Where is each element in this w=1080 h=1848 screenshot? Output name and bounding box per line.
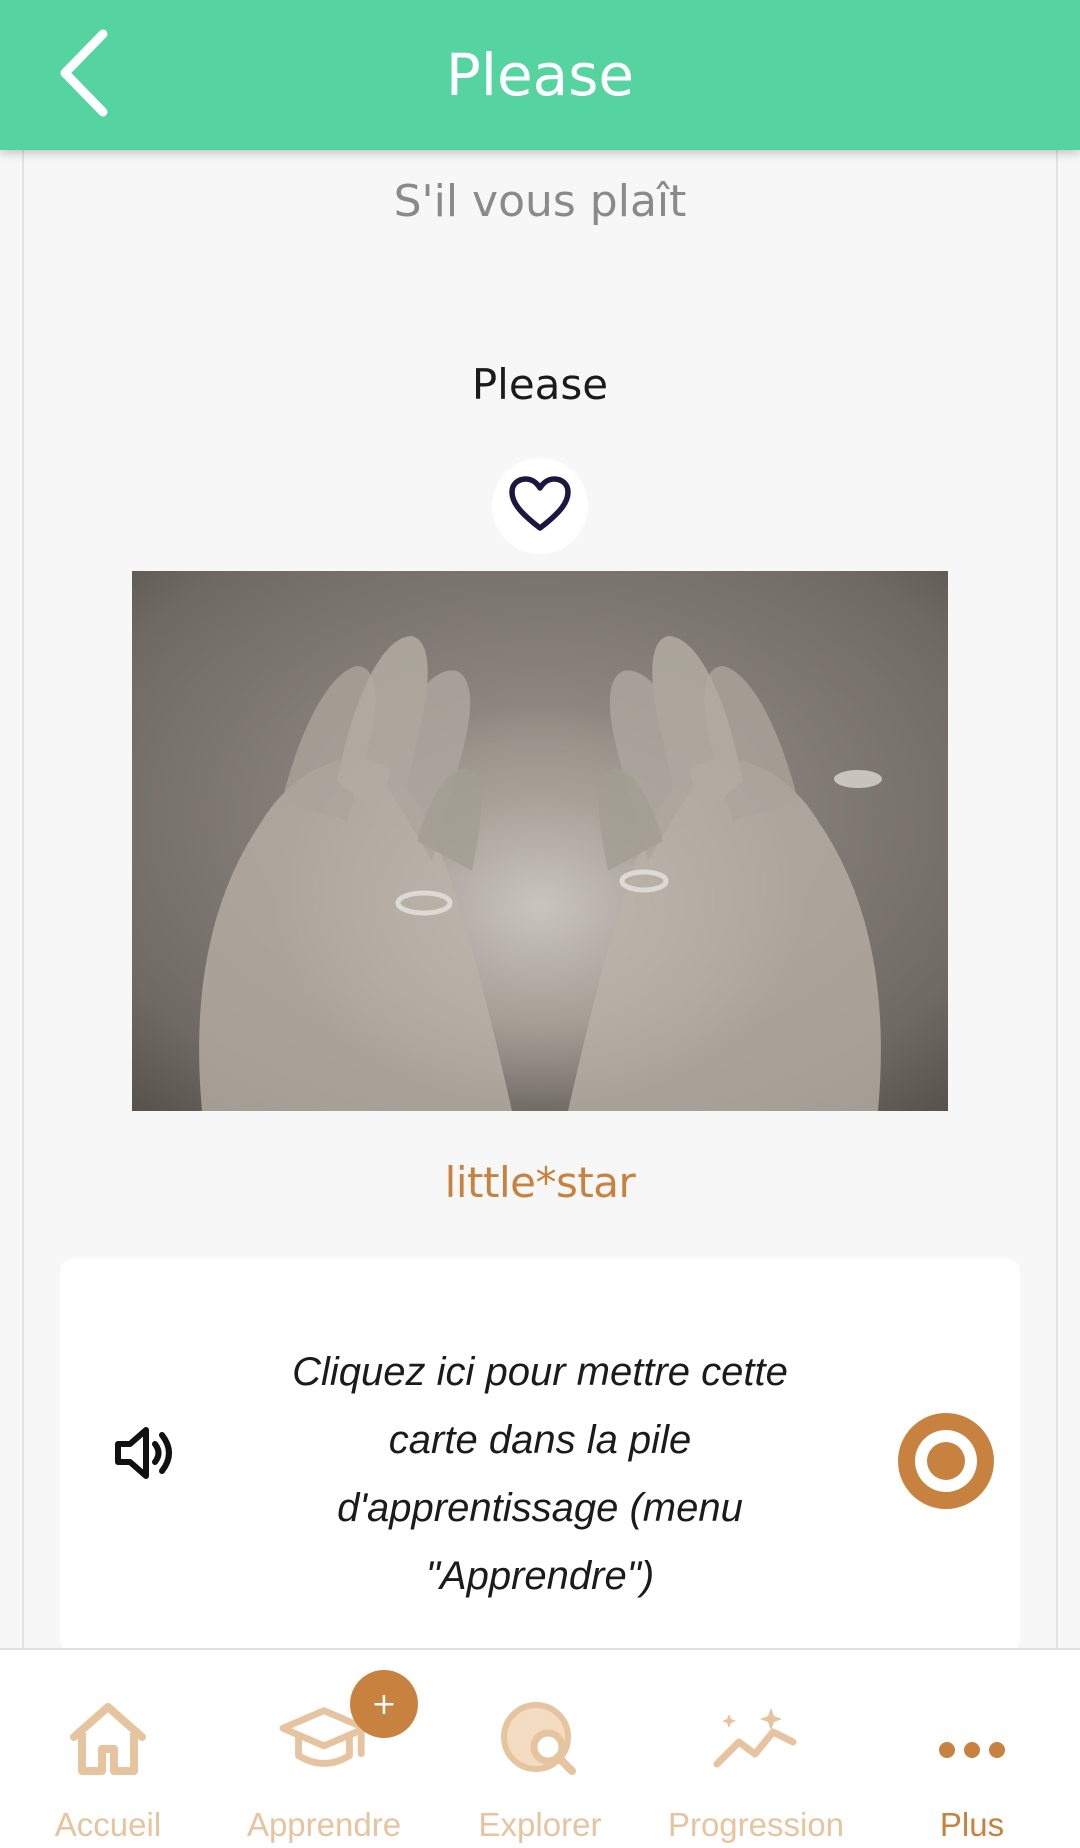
home-icon (63, 1694, 153, 1784)
add-to-learning-box: Cliquez ici pour mettre cette carte dans… (60, 1258, 1020, 1653)
nav-label: Explorer (478, 1806, 602, 1843)
speaker-icon (112, 1423, 178, 1488)
record-button[interactable] (898, 1413, 994, 1509)
learn-count-badge: + (350, 1670, 418, 1738)
bottom-navigation: Accueil + Apprendre Explorer Progression… (0, 1648, 1080, 1848)
card-word: Please (471, 360, 609, 409)
card-image (132, 571, 948, 1111)
nav-item-accueil[interactable]: Accueil (0, 1650, 216, 1848)
nav-item-progression[interactable]: Progression (648, 1650, 864, 1848)
image-author[interactable]: little*star (0, 1158, 1080, 1207)
flashcard-screen: Please S'il vous plaît Please little*sta… (0, 0, 1080, 1848)
record-icon (915, 1430, 977, 1492)
heart-outline-icon (509, 475, 571, 537)
more-dots-icon (927, 1694, 1017, 1784)
nav-item-plus[interactable]: Plus (864, 1650, 1080, 1848)
top-app-bar: Please (0, 0, 1080, 150)
nav-item-apprendre[interactable]: + Apprendre (216, 1650, 432, 1848)
nav-label: Accueil (54, 1806, 162, 1843)
favorite-button[interactable] (492, 458, 588, 554)
nav-label: Apprendre (246, 1806, 402, 1843)
page-title: Please (445, 41, 635, 109)
nav-item-explorer[interactable]: Explorer (432, 1650, 648, 1848)
globe-search-icon (495, 1694, 585, 1784)
trend-sparkle-icon (711, 1694, 801, 1784)
card-translation: S'il vous plaît (393, 176, 687, 227)
add-to-learning-link[interactable]: Cliquez ici pour mettre cette carte dans… (245, 1338, 835, 1610)
play-sound-button[interactable] (100, 1410, 190, 1500)
nav-label: Progression (667, 1806, 845, 1843)
nav-label: Plus (939, 1806, 1005, 1843)
